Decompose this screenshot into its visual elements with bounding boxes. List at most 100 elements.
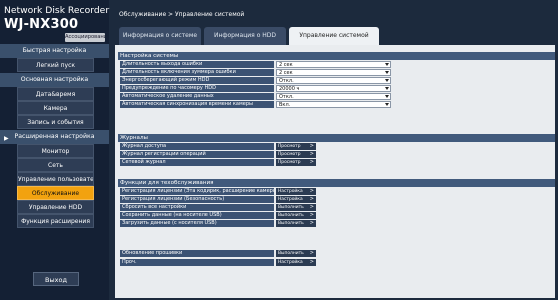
menu-monitor[interactable]: Монитор: [17, 144, 94, 158]
firmware-update-button[interactable]: Выполнить >: [276, 250, 316, 257]
setting-row: Автоматическое удаление данных Откл.: [120, 93, 548, 100]
select-value: 20000 ч: [279, 86, 300, 92]
model-name: WJ-NX300: [4, 17, 79, 32]
menu-advanced-setup[interactable]: Расширенная настройка: [0, 130, 109, 144]
dropdown-icon: [385, 87, 389, 90]
dropdown-icon: [385, 79, 389, 82]
maintenance-label: Проч.: [120, 259, 274, 266]
license-register-button[interactable]: Настройка >: [276, 188, 316, 195]
menu-basic-setup[interactable]: Основная настройка: [0, 73, 109, 87]
chevron-right-icon: >: [309, 196, 314, 202]
button-label: Просмотр: [278, 144, 301, 149]
sidebar: Network Disk Recorder WJ-NX300 Ассоцииро…: [0, 0, 109, 300]
operation-log-view-button[interactable]: Просмотр >: [276, 151, 316, 158]
section-system-settings: Настройка системы: [118, 52, 555, 60]
chevron-right-icon: >: [309, 220, 314, 226]
chevron-right-icon: >: [309, 259, 314, 265]
menu-record-events[interactable]: Запись и события: [17, 115, 94, 129]
button-label: Настройка: [278, 189, 303, 194]
maintenance-row: Обновление прошивки Выполнить >: [120, 250, 548, 257]
menu-camera[interactable]: Камера: [17, 101, 94, 115]
maintenance-row: Проч. Настройка >: [120, 259, 548, 266]
maintenance-label: Сохранить данные (на носителе USB): [120, 212, 274, 219]
menu-network[interactable]: Сеть: [17, 158, 94, 172]
maintenance-label: Регистрация лицензии (Эта кодирик, расши…: [120, 188, 274, 195]
button-label: Просмотр: [278, 160, 301, 165]
chevron-right-icon: >: [309, 204, 314, 210]
setting-row: Энергосберегающий режим HDD Откл.: [120, 77, 548, 84]
setting-row: Предупреждение по часомеру HDD 20000 ч: [120, 85, 548, 92]
menu-hdd-management[interactable]: Управление HDD: [17, 200, 94, 214]
setting-label: Энергосберегающий режим HDD: [120, 77, 274, 84]
setting-row: Длительность включения зуммера ошибки 2 …: [120, 69, 548, 76]
brand-name: Network Disk Recorder: [4, 5, 110, 16]
chevron-right-icon: >: [309, 143, 314, 149]
camera-time-sync-select[interactable]: Вкл.: [276, 101, 391, 108]
menu-easy-start[interactable]: Легкий пуск: [17, 58, 94, 72]
select-value: 2 сек: [279, 62, 293, 68]
button-label: Просмотр: [278, 152, 301, 157]
security-license-button[interactable]: Настройка >: [276, 196, 316, 203]
log-label: Журнал доступа: [120, 143, 274, 150]
tab-hdd-info[interactable]: Информация о HDD: [204, 27, 286, 45]
menu-quick-setup[interactable]: Быстрая настройка: [0, 44, 109, 58]
setting-row: Автоматическая синхронизация времени кам…: [120, 101, 548, 108]
access-log-view-button[interactable]: Просмотр >: [276, 143, 316, 150]
setting-row: Длительность выхода ошибки 2 сек: [120, 61, 548, 68]
button-label: Настройка: [278, 260, 303, 265]
menu-date-time[interactable]: Дата&время: [17, 87, 94, 101]
save-to-usb-button[interactable]: Выполнить >: [276, 212, 316, 219]
maintenance-row: Регистрация лицензии (Безопасность) Наст…: [120, 196, 548, 203]
menu-user-management[interactable]: Управление пользователем: [17, 172, 94, 186]
setting-label: Автоматическая синхронизация времени кам…: [120, 101, 274, 108]
log-row: Сетевой журнал Просмотр >: [120, 159, 548, 166]
button-label: Настройка: [278, 197, 303, 202]
hdd-power-save-select[interactable]: Откл.: [276, 77, 391, 84]
expand-arrow-icon: ▶: [4, 135, 9, 142]
error-output-duration-select[interactable]: 2 сек: [276, 61, 391, 68]
button-label: Выполнить: [278, 213, 304, 218]
maintenance-label: Загрузить данные (с носителя USB): [120, 220, 274, 227]
maintenance-row: Сохранить данные (на носителе USB) Выпол…: [120, 212, 548, 219]
setting-label: Предупреждение по часомеру HDD: [120, 85, 274, 92]
breadcrumb: Обслуживание > Управление системой: [119, 11, 245, 18]
maintenance-label: Сбросить все настройки: [120, 204, 274, 211]
button-label: Выполнить: [278, 221, 304, 226]
chevron-right-icon: >: [309, 188, 314, 194]
chevron-right-icon: >: [309, 159, 314, 165]
section-maintenance: Функции для техобслуживания: [118, 179, 555, 187]
setting-label: Длительность выхода ошибки: [120, 61, 274, 68]
auto-delete-select[interactable]: Откл.: [276, 93, 391, 100]
dropdown-icon: [385, 103, 389, 106]
log-label: Сетевой журнал: [120, 159, 274, 166]
tab-system-management[interactable]: Управление системой: [289, 27, 379, 45]
error-buzzer-duration-select[interactable]: 2 сек: [276, 69, 391, 76]
setting-label: Длительность включения зуммера ошибки: [120, 69, 274, 76]
select-value: Откл.: [279, 94, 294, 100]
select-value: 2 сек: [279, 70, 293, 76]
hdd-hour-meter-select[interactable]: 20000 ч: [276, 85, 391, 92]
select-value: Вкл.: [279, 102, 291, 108]
maintenance-label: Обновление прошивки: [120, 250, 274, 257]
maintenance-row: Сбросить все настройки Выполнить >: [120, 204, 548, 211]
dropdown-icon: [385, 71, 389, 74]
log-row: Журнал регистрации операций Просмотр >: [120, 151, 548, 158]
menu-maintenance[interactable]: Обслуживание: [17, 186, 94, 200]
network-log-view-button[interactable]: Просмотр >: [276, 159, 316, 166]
reset-settings-button[interactable]: Выполнить >: [276, 204, 316, 211]
dropdown-icon: [385, 63, 389, 66]
button-label: Выполнить: [278, 205, 304, 210]
other-settings-button[interactable]: Настройка >: [276, 259, 316, 266]
load-from-usb-button[interactable]: Выполнить >: [276, 220, 316, 227]
exit-button[interactable]: Выход: [33, 272, 79, 286]
user-badge[interactable]: Ассоциирование: [65, 33, 105, 42]
setting-label: Автоматическое удаление данных: [120, 93, 274, 100]
section-logs: Журналы: [118, 134, 555, 142]
chevron-right-icon: >: [309, 250, 314, 256]
dropdown-icon: [385, 95, 389, 98]
content-panel: Настройка системы Длительность выхода ош…: [115, 45, 555, 298]
log-row: Журнал доступа Просмотр >: [120, 143, 548, 150]
maintenance-row: Загрузить данные (с носителя USB) Выполн…: [120, 220, 548, 227]
menu-extension-function[interactable]: Функция расширения: [17, 214, 94, 228]
tab-system-info[interactable]: Информация о системе: [119, 27, 201, 45]
